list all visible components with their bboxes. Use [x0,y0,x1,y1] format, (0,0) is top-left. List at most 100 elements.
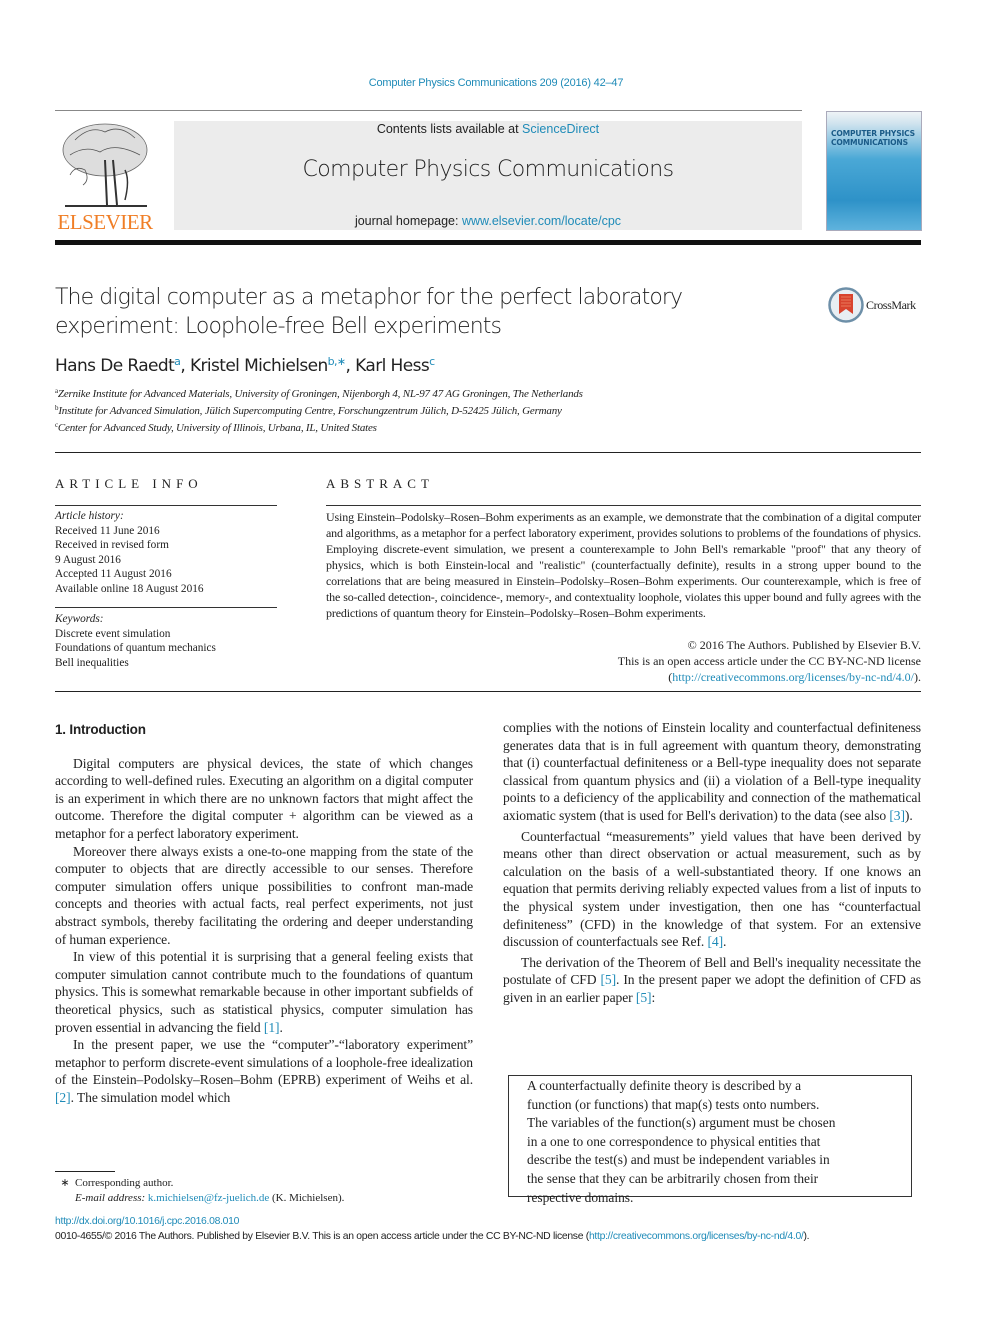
license-link-line: (http://creativecommons.org/licenses/by-… [668,670,921,684]
body-paragraph: In the present paper, we use the “comput… [55,1036,473,1106]
copyright-line: © 2016 The Authors. Published by Elsevie… [687,638,921,652]
article-history: Article history: Received 11 June 2016 R… [55,509,280,596]
reference-link[interactable]: [3] [889,808,905,823]
article-info-heading: ARTICLE INFO [55,476,203,491]
history-item: Available online 18 August 2016 [55,582,204,595]
author-name[interactable]: Hans De Raedt [55,356,175,376]
abstract-text: Using Einstein–Podolsky–Rosen–Bohm exper… [326,510,921,620]
cfd-line: in a one to one correspondence to physic… [527,1133,821,1149]
cfd-line: respective domains. [527,1189,634,1205]
body-paragraph: complies with the notions of Einstein lo… [503,719,921,825]
footnote-rule [55,1171,115,1172]
cover-title-line: COMPUTER PHYSICS [831,129,915,138]
section-divider [55,452,921,453]
reference-link[interactable]: [4] [707,934,723,949]
paragraph-text: Counterfactual “measurements” yield valu… [503,828,921,950]
homepage-prefix: journal homepage: [354,214,462,228]
reference-link[interactable]: [2] [55,1090,71,1105]
cfd-line: function (or functions) that map(s) test… [527,1096,820,1112]
reference-link[interactable]: [5] [636,990,652,1005]
keyword: Foundations of quantum mechanics [55,642,216,654]
history-item: Received in revised form [55,539,169,551]
history-label: Article history: [55,510,124,522]
body-left-column: 1. Introduction Digital computers are ph… [55,721,473,1106]
corresponding-author-note: Corresponding author. [75,1177,174,1189]
email-link[interactable]: k.michielsen@fz-juelich.de [148,1192,269,1204]
cfd-line: describe the test(s) and must be indepen… [527,1152,830,1168]
section-heading: 1. Introduction [55,722,146,737]
affiliation-text: Zernike Institute for Advanced Materials… [57,388,583,400]
crossmark-icon [828,287,864,323]
cover-title: COMPUTER PHYSICS COMMUNICATIONS [831,129,919,147]
body-paragraph: The derivation of the Theorem of Bell an… [503,954,921,1005]
elsevier-wordmark: ELSEVIER [57,210,153,234]
issn-text: 0010-4655/© 2016 The Authors. Published … [55,1230,589,1242]
doi-footer: http://dx.doi.org/10.1016/j.cpc.2016.08.… [55,1215,921,1244]
section-divider [55,691,921,692]
affiliation-text: Center for Advanced Study, University of… [57,422,377,434]
reference-link[interactable]: [5] [600,972,616,987]
cfd-definition-box: A counterfactually definite theory is de… [508,1075,912,1205]
elsevier-tree-icon [62,123,148,207]
body-paragraph: Digital computers are physical devices, … [55,755,473,841]
history-item: Received 11 June 2016 [55,524,160,537]
email-label: E-mail address: [75,1192,148,1204]
journal-name: Computer Physics Communications [302,157,675,182]
article-title: The digital computer as a metaphor for t… [55,283,775,341]
body-right-column: complies with the notions of Einstein lo… [503,719,921,1010]
cover-title-line: COMMUNICATIONS [831,138,908,147]
history-item: 9 August 2016 [55,553,121,566]
title-line: The digital computer as a metaphor for t… [55,285,683,310]
keywords: Keywords: Discrete event simulation Foun… [55,612,280,670]
article-info-rule [55,607,277,608]
body-paragraph: Counterfactual “measurements” yield valu… [503,828,921,950]
cfd-line: A counterfactually definite theory is de… [527,1078,802,1093]
contents-prefix: Contents lists available at [376,122,523,136]
author-name[interactable]: Kristel Michielsen [190,356,328,376]
cfd-line: The variables of the function(s) argumen… [527,1115,836,1131]
sciencedirect-link[interactable]: ScienceDirect [522,122,599,136]
doi-link[interactable]: http://dx.doi.org/10.1016/j.cpc.2016.08.… [55,1215,921,1230]
journal-cover-thumbnail[interactable]: COMPUTER PHYSICS COMMUNICATIONS [826,111,922,231]
issn-license-line: 0010-4655/© 2016 The Authors. Published … [55,1230,921,1245]
crossmark-label: CrossMark [866,298,916,312]
paragraph-text: complies with the notions of Einstein lo… [503,720,921,823]
license-line: This is an open access article under the… [617,654,921,668]
contents-line: Contents lists available at ScienceDirec… [174,122,802,136]
title-line: experiment: Loophole-free Bell experimen… [55,314,502,339]
email-suffix: (K. Michielsen). [269,1192,345,1204]
license-link[interactable]: http://creativecommons.org/licenses/by-n… [589,1231,804,1242]
footnote: ∗ Corresponding author. E-mail address: k… [55,1176,473,1206]
author-list: Hans De Raedta, Kristel Michielsenb,∗, K… [55,355,435,376]
paragraph-text: . The simulation model which [70,1089,231,1105]
crossmark-badge[interactable]: CrossMark [828,287,928,323]
keyword: Bell inequalities [55,656,129,669]
homepage-line: journal homepage: www.elsevier.com/locat… [174,214,802,228]
abstract-rule [326,505,921,506]
license-link[interactable]: http://creativecommons.org/licenses/by-n… [672,670,914,684]
body-paragraph: Moreover there always exists a one-to-on… [55,843,473,947]
elsevier-logo[interactable]: ELSEVIER [55,120,155,235]
abstract-copyright: © 2016 The Authors. Published by Elsevie… [326,637,921,685]
affiliation: cCenter for Advanced Study, University o… [55,421,377,434]
keywords-label: Keywords: [55,613,104,625]
paragraph-text: ). [904,807,913,823]
cfd-line: the sense that they can be arbitrarily c… [527,1170,819,1186]
keyword: Discrete event simulation [55,627,171,640]
header-rule [55,110,802,111]
author-affiliation-marker[interactable]: b,∗ [328,355,347,368]
body-paragraph: In view of this potential it is surprisi… [55,949,473,1035]
author-affiliation-marker[interactable]: c [429,355,435,368]
affiliation-text: Institute for Advanced Simulation, Jülic… [58,405,562,417]
paragraph-text: In the present paper, we use the “comput… [55,1037,473,1088]
affiliation: aZernike Institute for Advanced Material… [55,387,583,400]
journal-homepage-link[interactable]: www.elsevier.com/locate/cpc [462,214,621,228]
author-name[interactable]: Karl Hess [355,356,430,376]
journal-citation-link[interactable]: Computer Physics Communications 209 (201… [0,77,992,89]
abstract-heading: ABSTRACT [326,476,434,491]
article-info-rule [55,505,277,506]
license-suffix: ). [803,1230,810,1242]
affiliation: bInstitute for Advanced Simulation, Jüli… [55,404,562,417]
reference-link[interactable]: [1] [264,1020,280,1035]
author-affiliation-marker[interactable]: a [174,355,181,368]
